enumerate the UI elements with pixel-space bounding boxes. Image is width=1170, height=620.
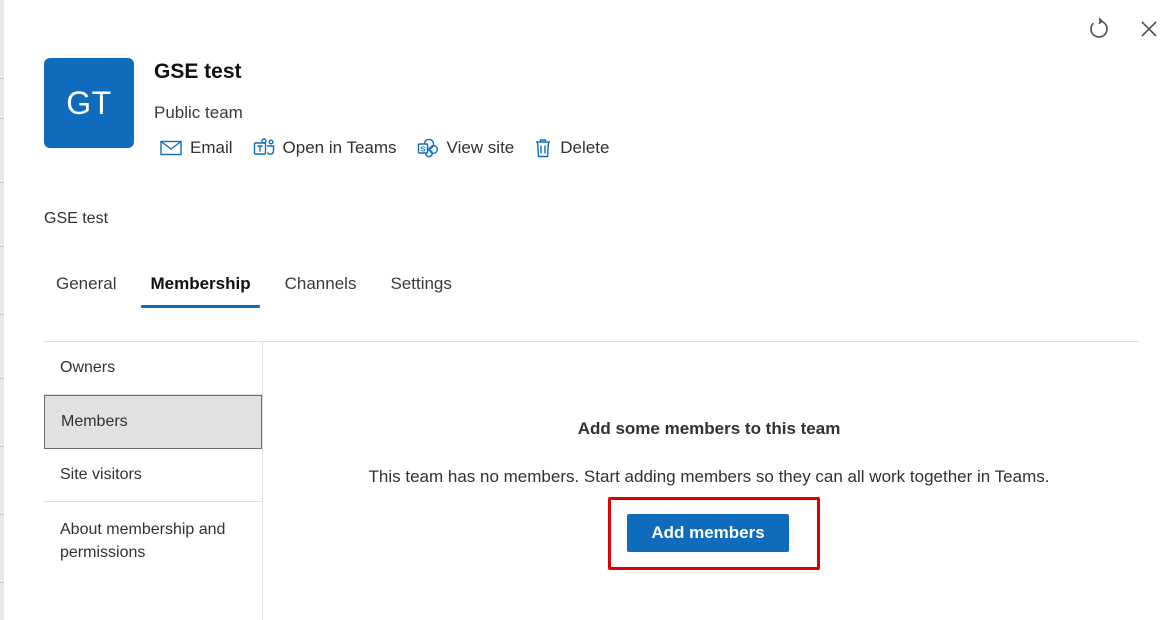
empty-state-title: Add some members to this team: [577, 419, 841, 438]
tab-settings[interactable]: Settings: [378, 264, 463, 308]
refresh-icon[interactable]: [1086, 16, 1112, 42]
left-window-edge: [0, 0, 4, 620]
open-in-teams-label: Open in Teams: [282, 138, 397, 157]
delete-action[interactable]: Delete: [534, 138, 609, 158]
email-action-label: Email: [190, 138, 233, 157]
sharepoint-icon: S: [417, 138, 439, 158]
empty-state-text: This team has no members. Start adding m…: [368, 467, 1050, 486]
team-privacy-label: Public team: [154, 103, 243, 122]
nav-item-site-visitors[interactable]: Site visitors: [44, 449, 262, 502]
trash-icon: [534, 138, 552, 158]
delete-label: Delete: [560, 138, 610, 157]
email-action[interactable]: Email: [160, 138, 233, 158]
nav-item-owners[interactable]: Owners: [44, 342, 262, 395]
tab-membership[interactable]: Membership: [138, 264, 262, 308]
tab-general[interactable]: General: [44, 264, 128, 308]
add-members-button[interactable]: Add members: [627, 514, 789, 552]
svg-text:S: S: [420, 144, 425, 153]
close-icon[interactable]: [1136, 16, 1162, 42]
teams-icon: [253, 138, 275, 158]
nav-item-about-membership[interactable]: About membership and permissions: [44, 502, 262, 580]
tab-bar: General Membership Channels Settings: [44, 264, 474, 312]
team-actions-bar: Email Open in Teams S View site Delete: [160, 136, 629, 160]
team-description: GSE test: [44, 210, 109, 227]
team-title: GSE test: [154, 60, 242, 83]
view-site-label: View site: [446, 138, 515, 157]
membership-side-nav: Owners Members Site visitors About membe…: [44, 342, 263, 620]
team-avatar: GT: [44, 58, 134, 148]
nav-item-members[interactable]: Members: [44, 395, 262, 449]
tab-channels[interactable]: Channels: [273, 264, 369, 308]
mail-icon: [160, 140, 182, 156]
view-site-action[interactable]: S View site: [417, 138, 515, 158]
avatar-initials: GT: [66, 84, 112, 121]
open-in-teams-action[interactable]: Open in Teams: [253, 138, 397, 158]
